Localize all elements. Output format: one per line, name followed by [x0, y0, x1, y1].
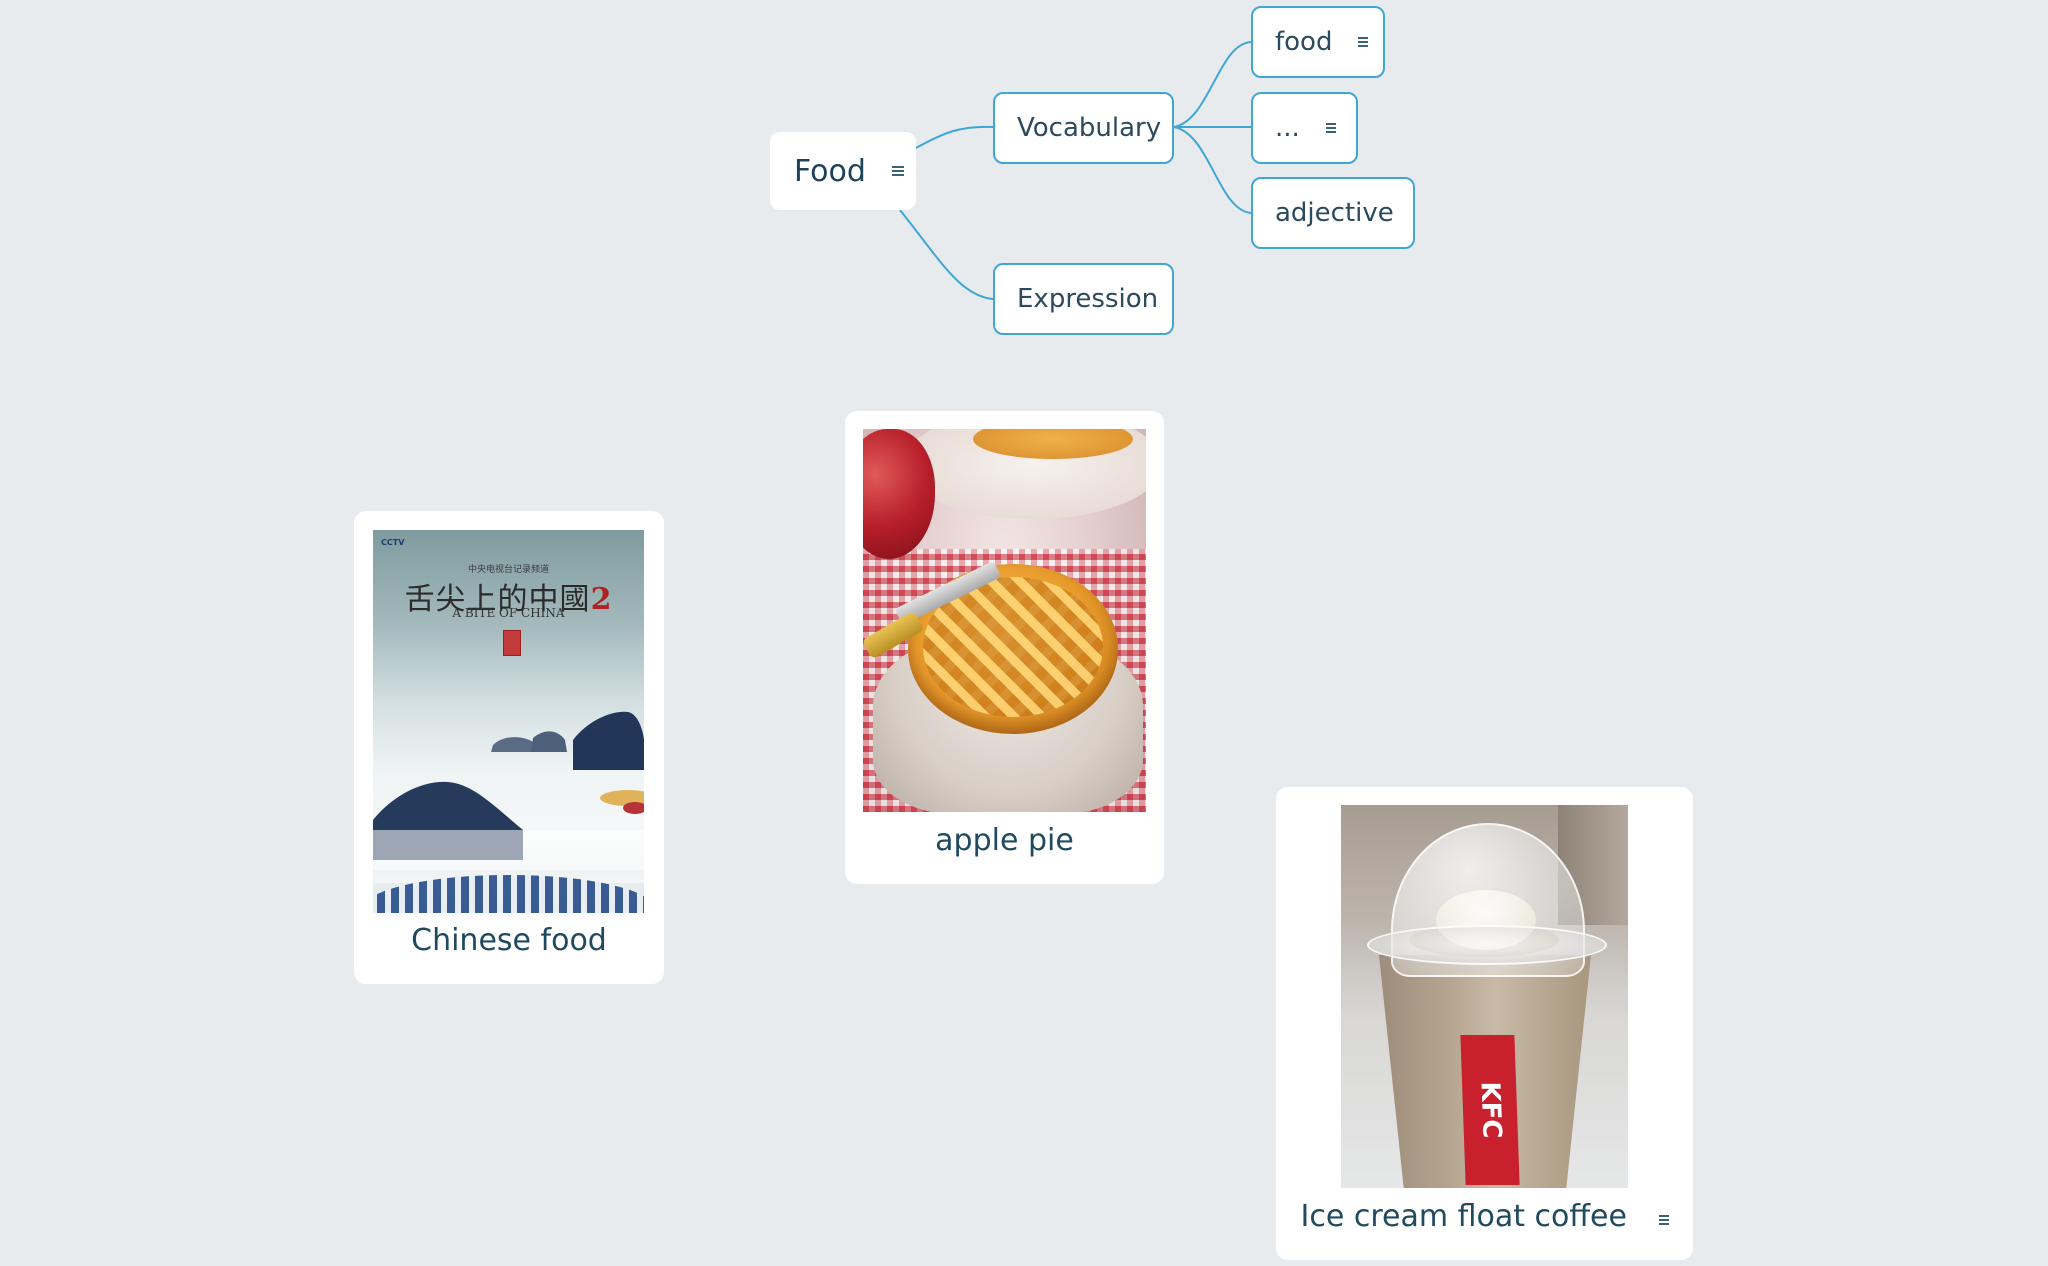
connector-root-expression: [899, 209, 994, 300]
subtopic-ellipsis[interactable]: ...: [1251, 92, 1358, 164]
topic-label: Expression: [1017, 284, 1159, 314]
image-card-ice-cream-float-coffee[interactable]: KFC Ice cream float coffee: [1276, 787, 1693, 1260]
subtopic-adjective[interactable]: adjective: [1251, 177, 1415, 249]
poster-logo: CCTV: [381, 538, 405, 547]
image-card-apple-pie[interactable]: apple pie: [845, 411, 1164, 884]
card-caption-text: Ice cream float coffee: [1300, 1199, 1627, 1234]
note-icon[interactable]: [1325, 122, 1336, 134]
topic-vocabulary[interactable]: Vocabulary: [993, 92, 1174, 164]
image-card-chinese-food[interactable]: CCTV 中央电视台记录频道 舌尖上的中國2 A BITE OF CHINA C…: [354, 511, 664, 984]
ice-cream-float-image: KFC: [1341, 805, 1628, 1188]
note-icon[interactable]: [1358, 36, 1369, 48]
card-caption: apple pie: [935, 823, 1074, 858]
mindmap-canvas[interactable]: Food Vocabulary Expression food ... adje…: [0, 0, 2048, 1266]
connector-root-vocabulary: [915, 125, 994, 149]
card-caption: Chinese food: [411, 923, 607, 958]
connector-vocabulary-food: [1173, 41, 1252, 128]
poster-seal: [503, 630, 521, 656]
connector-vocabulary-adjective: [1173, 126, 1252, 214]
poster-subtitle: A BITE OF CHINA: [452, 606, 565, 620]
cup-brand-text: KFC: [1474, 1081, 1506, 1139]
subtopic-label: food: [1275, 27, 1333, 57]
cup-lid-rim: [1367, 925, 1607, 965]
apple: [863, 429, 935, 559]
topic-label: Vocabulary: [1017, 113, 1162, 143]
poster-image: CCTV 中央电视台记录频道 舌尖上的中國2 A BITE OF CHINA: [373, 530, 644, 913]
note-icon[interactable]: [1658, 1215, 1669, 1226]
note-icon[interactable]: [891, 165, 904, 177]
subtopic-food[interactable]: food: [1251, 6, 1385, 78]
subtopic-label: adjective: [1275, 198, 1394, 228]
cup-brand-band: KFC: [1460, 1035, 1520, 1185]
topic-expression[interactable]: Expression: [993, 263, 1174, 335]
subtopic-label: ...: [1275, 113, 1300, 143]
root-topic-food[interactable]: Food: [770, 132, 916, 210]
apple-pie-image: [863, 429, 1146, 812]
card-caption: Ice cream float coffee: [1276, 1199, 1693, 1234]
root-topic-label: Food: [794, 153, 866, 189]
